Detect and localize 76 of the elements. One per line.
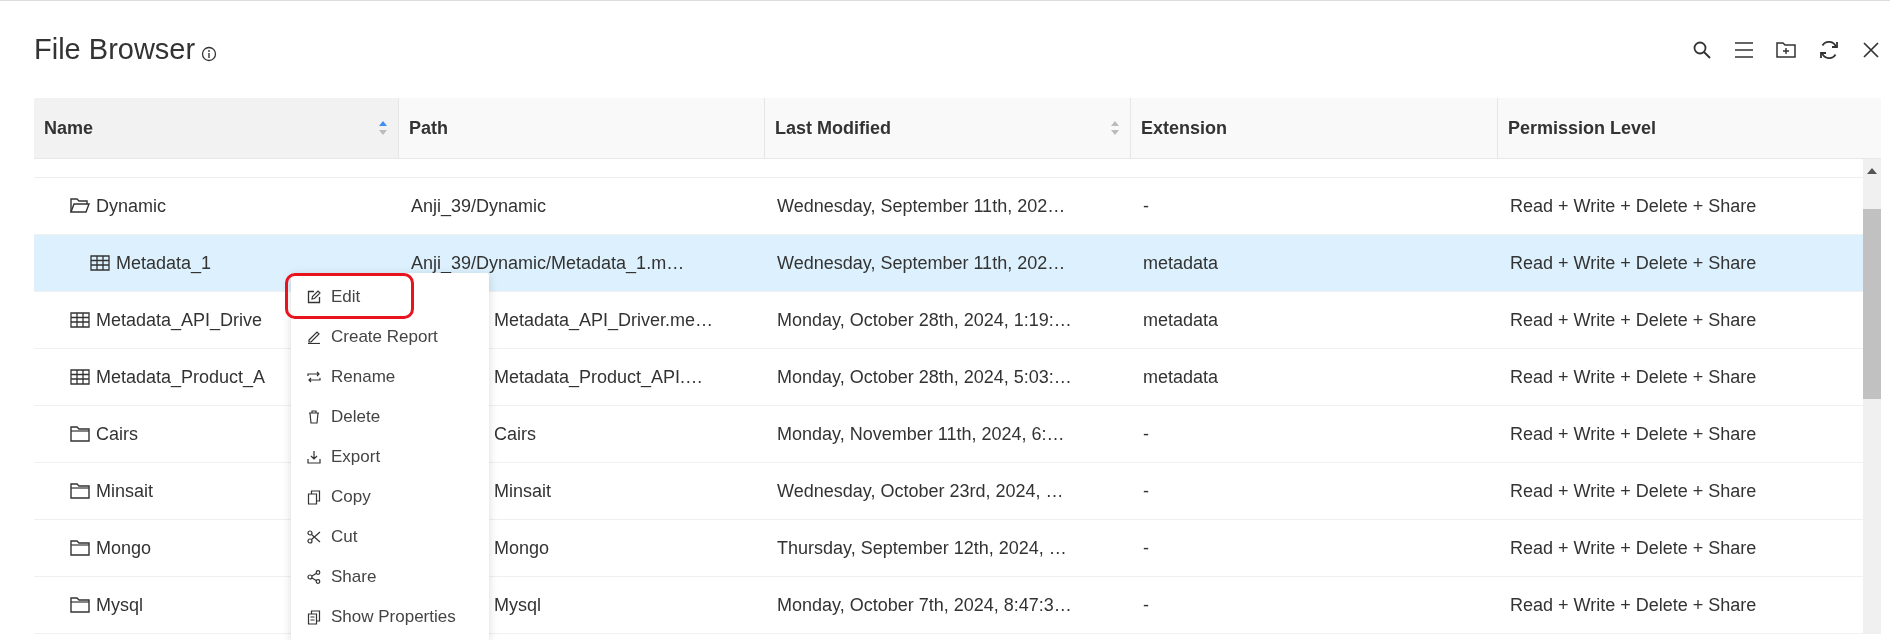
edit-icon: [307, 290, 321, 304]
download-icon: [307, 450, 321, 464]
swap-icon: [307, 371, 321, 383]
table-cell: Minsait: [494, 480, 551, 501]
menu-item[interactable]: Export: [291, 437, 489, 477]
table-cell: Anji_39/Dynamic/Metadata_1.m…: [411, 252, 685, 273]
menu-item[interactable]: Show Properties: [291, 597, 489, 637]
menu-icon[interactable]: [1734, 40, 1754, 59]
menu-item[interactable]: Share: [291, 557, 489, 597]
table-cell: Read + Write + Delete + Share: [1510, 252, 1757, 273]
table-cell: Read + Write + Delete + Share: [1510, 366, 1757, 387]
table-cell: -: [1143, 480, 1149, 501]
table-cell: Metadata_Product_API.…: [494, 366, 704, 387]
table-cell: Read + Write + Delete + Share: [1510, 480, 1757, 501]
file-name: Mongo: [96, 537, 152, 559]
scroll-thumb[interactable]: [1863, 209, 1881, 399]
new-folder-icon[interactable]: [1776, 41, 1796, 58]
scissors-icon: [307, 530, 321, 544]
file-name: Metadata_Product_A: [96, 366, 266, 388]
table-cell: Monday, November 11th, 2024, 6:…: [777, 423, 1065, 444]
table-icon: [70, 312, 90, 328]
table-cell: Monday, October 28th, 2024, 1:19:…: [777, 309, 1072, 330]
table-cell: Read + Write + Delete + Share: [1510, 537, 1757, 558]
share-icon: [307, 570, 321, 584]
column-header[interactable]: Path: [399, 98, 765, 158]
menu-item[interactable]: Cut: [291, 517, 489, 557]
file-name: Minsait: [96, 480, 153, 502]
column-header[interactable]: Name: [34, 98, 399, 158]
file-name: Cairs: [96, 423, 138, 445]
table-cell: metadata: [1143, 366, 1219, 387]
table-cell: Read + Write + Delete + Share: [1510, 423, 1757, 444]
table-cell: Mysql: [494, 594, 541, 615]
table-cell: Wednesday, September 11th, 202…: [777, 195, 1066, 216]
table-cell: Read + Write + Delete + Share: [1510, 594, 1757, 615]
table-cell: Wednesday, October 23rd, 2024, …: [777, 480, 1064, 501]
copy-icon: [307, 489, 321, 505]
table-cell: Metadata_API_Driver.me…: [494, 309, 714, 330]
file-name: Metadata_1: [116, 252, 212, 274]
menu-item[interactable]: Copy: [291, 477, 489, 517]
table-cell: Monday, October 7th, 2024, 8:47:3…: [777, 594, 1072, 615]
table-cell: -: [1143, 537, 1149, 558]
file-name: Dynamic: [96, 195, 166, 217]
sort-icon[interactable]: [378, 120, 388, 136]
table-cell: Wednesday, September 11th, 202…: [777, 252, 1066, 273]
menu-item[interactable]: Rename: [291, 357, 489, 397]
table-cell: Read + Write + Delete + Share: [1510, 195, 1757, 216]
scrollbar[interactable]: [1863, 159, 1881, 634]
column-header[interactable]: Last Modified: [765, 98, 1131, 158]
table-icon: [70, 369, 90, 385]
table-cell: -: [1143, 594, 1149, 615]
table-cell: Mongo: [494, 537, 550, 558]
menu-item[interactable]: Create Report: [291, 317, 489, 357]
refresh-icon[interactable]: [1818, 38, 1840, 61]
window-title: File Browser: [34, 33, 196, 66]
table-cell: -: [1143, 423, 1149, 444]
clipboard-icon: [307, 609, 321, 625]
scroll-up-icon[interactable]: [1867, 168, 1877, 174]
table-cell: Monday, October 28th, 2024, 5:03:…: [777, 366, 1072, 387]
file-name: Mysql: [96, 594, 143, 616]
table-cell: Read + Write + Delete + Share: [1510, 309, 1757, 330]
table-cell: Anji_39/Dynamic: [411, 195, 547, 216]
table-cell: Thursday, September 12th, 2024, …: [777, 537, 1067, 558]
trash-icon: [307, 410, 321, 424]
column-header[interactable]: Permission Level: [1498, 98, 1881, 158]
table-cell: -: [1143, 195, 1149, 216]
table-cell: metadata: [1143, 252, 1219, 273]
table-icon: [90, 255, 110, 271]
search-icon[interactable]: [1692, 39, 1712, 60]
pencil-icon: [307, 330, 321, 344]
menu-item[interactable]: Delete: [291, 397, 489, 437]
table-cell: Cairs: [494, 423, 536, 444]
file-name: Metadata_API_Drive: [96, 309, 263, 331]
info-icon[interactable]: [201, 45, 218, 62]
close-icon[interactable]: [1862, 40, 1880, 59]
table-cell: metadata: [1143, 309, 1219, 330]
column-header[interactable]: Extension: [1131, 98, 1498, 158]
